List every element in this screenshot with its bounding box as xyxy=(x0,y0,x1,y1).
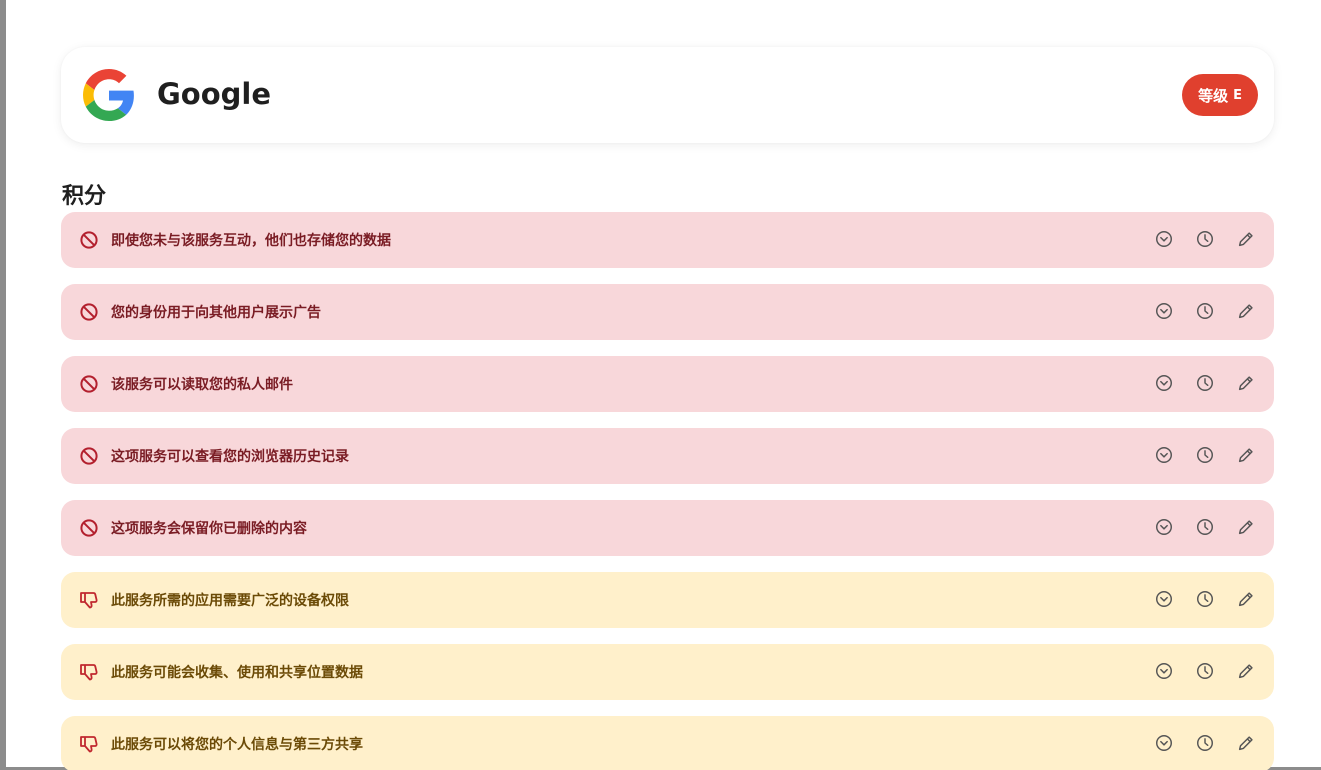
expand-icon[interactable] xyxy=(1153,228,1175,250)
edit-icon[interactable] xyxy=(1235,372,1257,394)
point-item[interactable]: 此服务所需的应用需要广泛的设备权限 xyxy=(61,572,1274,628)
point-actions xyxy=(1153,372,1257,394)
point-actions xyxy=(1153,444,1257,466)
point-text: 这项服务会保留你已删除的内容 xyxy=(111,521,307,537)
history-icon[interactable] xyxy=(1194,732,1216,754)
service-header-card: Google 等级 E xyxy=(61,47,1274,143)
expand-icon[interactable] xyxy=(1153,372,1175,394)
point-item[interactable]: 此服务可以将您的个人信息与第三方共享 xyxy=(61,716,1274,770)
history-icon[interactable] xyxy=(1194,228,1216,250)
point-text: 该服务可以读取您的私人邮件 xyxy=(111,377,293,393)
ban-icon xyxy=(79,230,99,250)
window-left-edge xyxy=(0,0,6,770)
point-actions xyxy=(1153,516,1257,538)
point-text: 即使您未与该服务互动，他们也存储您的数据 xyxy=(111,233,391,249)
expand-icon[interactable] xyxy=(1153,444,1175,466)
thumbs-down-icon xyxy=(79,590,99,610)
history-icon[interactable] xyxy=(1194,660,1216,682)
edit-icon[interactable] xyxy=(1235,444,1257,466)
expand-icon[interactable] xyxy=(1153,660,1175,682)
edit-icon[interactable] xyxy=(1235,588,1257,610)
thumbs-down-icon xyxy=(79,662,99,682)
section-title: 积分 xyxy=(62,184,107,209)
google-logo-icon xyxy=(83,69,134,121)
point-text: 此服务可能会收集、使用和共享位置数据 xyxy=(111,665,363,681)
history-icon[interactable] xyxy=(1194,372,1216,394)
ban-icon xyxy=(79,518,99,538)
point-item[interactable]: 即使您未与该服务互动，他们也存储您的数据 xyxy=(61,212,1274,268)
points-list: 即使您未与该服务互动，他们也存储您的数据 您的身份用于向其他用户展示广告 该服务可以… xyxy=(61,212,1274,770)
point-item[interactable]: 这项服务会保留你已删除的内容 xyxy=(61,500,1274,556)
history-icon[interactable] xyxy=(1194,516,1216,538)
history-icon[interactable] xyxy=(1194,588,1216,610)
ban-icon xyxy=(79,374,99,394)
ban-icon xyxy=(79,446,99,466)
point-text: 此服务可以将您的个人信息与第三方共享 xyxy=(111,737,363,753)
point-actions xyxy=(1153,660,1257,682)
point-item[interactable]: 您的身份用于向其他用户展示广告 xyxy=(61,284,1274,340)
edit-icon[interactable] xyxy=(1235,660,1257,682)
grade-value: E xyxy=(1233,87,1242,103)
point-text: 这项服务可以查看您的浏览器历史记录 xyxy=(111,449,349,465)
point-text: 此服务所需的应用需要广泛的设备权限 xyxy=(111,593,349,609)
history-icon[interactable] xyxy=(1194,444,1216,466)
grade-label: 等级 xyxy=(1198,86,1229,105)
edit-icon[interactable] xyxy=(1235,300,1257,322)
point-actions xyxy=(1153,588,1257,610)
point-actions xyxy=(1153,228,1257,250)
point-item[interactable]: 这项服务可以查看您的浏览器历史记录 xyxy=(61,428,1274,484)
point-text: 您的身份用于向其他用户展示广告 xyxy=(111,305,321,321)
grade-badge: 等级 E xyxy=(1182,74,1258,116)
point-actions xyxy=(1153,300,1257,322)
expand-icon[interactable] xyxy=(1153,300,1175,322)
point-item[interactable]: 此服务可能会收集、使用和共享位置数据 xyxy=(61,644,1274,700)
expand-icon[interactable] xyxy=(1153,516,1175,538)
expand-icon[interactable] xyxy=(1153,588,1175,610)
edit-icon[interactable] xyxy=(1235,732,1257,754)
expand-icon[interactable] xyxy=(1153,732,1175,754)
point-actions xyxy=(1153,732,1257,754)
ban-icon xyxy=(79,302,99,322)
thumbs-down-icon xyxy=(79,734,99,754)
point-item[interactable]: 该服务可以读取您的私人邮件 xyxy=(61,356,1274,412)
history-icon[interactable] xyxy=(1194,300,1216,322)
service-name: Google xyxy=(157,77,272,111)
edit-icon[interactable] xyxy=(1235,228,1257,250)
edit-icon[interactable] xyxy=(1235,516,1257,538)
